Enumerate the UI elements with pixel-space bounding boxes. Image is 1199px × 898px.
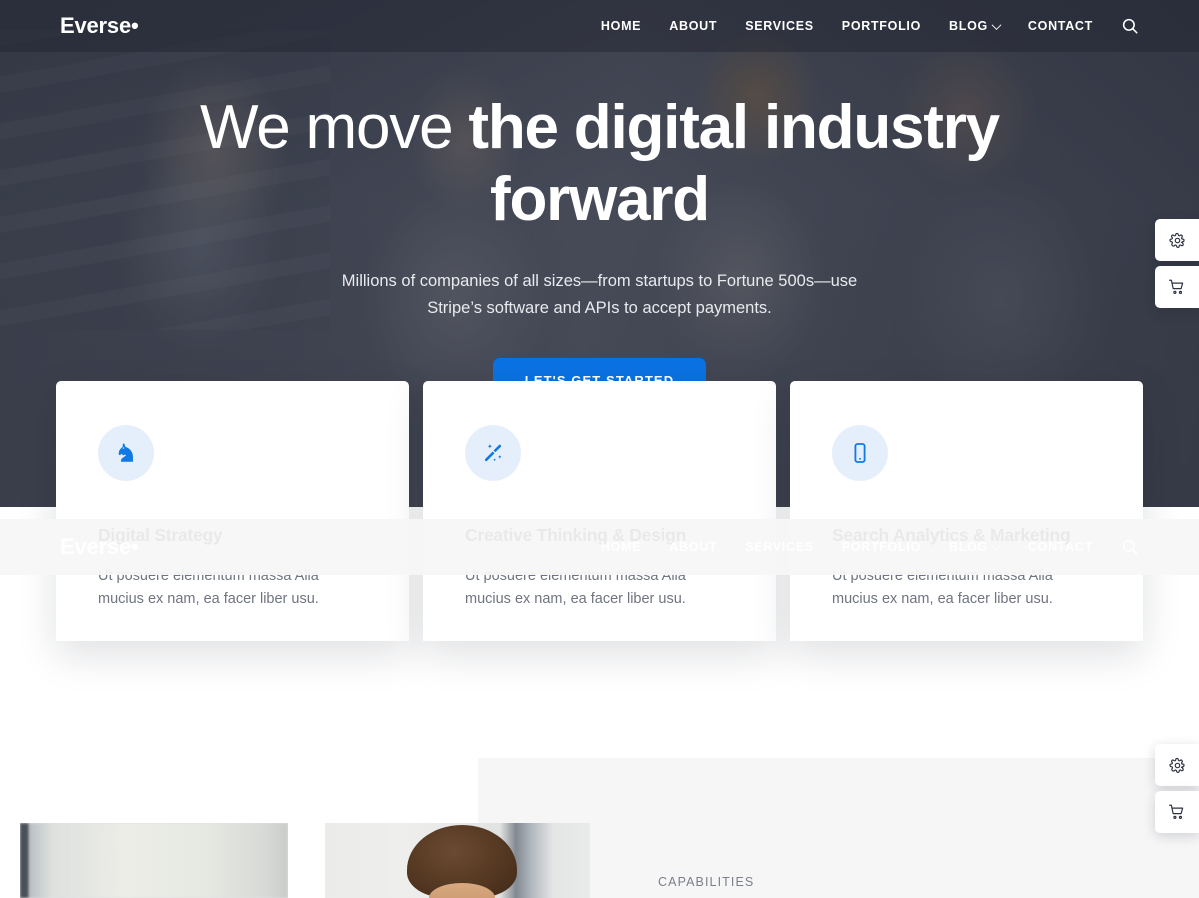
nav-item-contact[interactable]: CONTACT (1014, 19, 1107, 33)
gear-icon[interactable] (1155, 744, 1199, 786)
page-root: Everse• HOME ABOUT SERVICES PORTFOLIO BL… (0, 0, 1199, 898)
hero-headline-bold: the digital industry forward (468, 93, 1000, 234)
hero-headline-light: We move (200, 93, 469, 162)
nav-label: CONTACT (1027, 19, 1093, 33)
shopping-cart-icon[interactable] (1155, 266, 1199, 308)
portfolio-image-tile-2[interactable] (325, 823, 590, 898)
site-header: Everse• HOME ABOUT SERVICES PORTFOLIO BL… (0, 0, 1199, 52)
hero-content: We move the digital industry forward Mil… (0, 0, 1199, 404)
feature-card-creative-design[interactable]: Creative Thinking & Design Ut posuere el… (423, 381, 776, 641)
nav-item-portfolio[interactable]: PORTFOLIO (828, 19, 935, 33)
feature-card-title: Digital Strategy (98, 525, 223, 545)
portfolio-image-tile-1[interactable] (20, 823, 288, 898)
nav-label: BLOG (949, 19, 988, 33)
feature-card-digital-strategy[interactable]: Digital Strategy Ut posuere elementum ma… (56, 381, 409, 641)
nav-label: SERVICES (745, 19, 814, 33)
hero-subheadline: Millions of companies of all sizes—from … (341, 271, 858, 318)
nav-label: HOME (600, 19, 642, 33)
chess-knight-icon (98, 425, 154, 481)
tile-photo (20, 823, 288, 898)
gear-icon[interactable] (1155, 219, 1199, 261)
nav-item-home[interactable]: HOME (587, 19, 655, 33)
feature-card-search-analytics[interactable]: Search Analytics & Marketing Ut posuere … (790, 381, 1143, 641)
nav-item-about[interactable]: ABOUT (655, 19, 731, 33)
main-navigation: HOME ABOUT SERVICES PORTFOLIO BLOG CONTA… (587, 17, 1139, 35)
brand-logo[interactable]: Everse• (60, 13, 139, 39)
shopping-cart-icon[interactable] (1155, 791, 1199, 833)
capabilities-label: CAPABILITIES (658, 875, 755, 889)
chevron-down-icon (991, 19, 1002, 30)
magic-wand-icon (465, 425, 521, 481)
feature-card-title: Search Analytics & Marketing (832, 525, 1071, 545)
feature-card-text: Ut posuere elementum massa Alia mucius e… (98, 568, 319, 607)
feature-cards: Digital Strategy Ut posuere elementum ma… (56, 381, 1143, 641)
nav-item-services[interactable]: SERVICES (731, 19, 828, 33)
nav-item-blog[interactable]: BLOG (935, 19, 1014, 33)
feature-card-text: Ut posuere elementum massa Alia mucius e… (465, 568, 686, 607)
floating-buttons-top (1155, 219, 1199, 313)
floating-buttons-bottom (1155, 744, 1199, 838)
feature-card-text: Ut posuere elementum massa Alia mucius e… (832, 568, 1053, 607)
nav-label: ABOUT (669, 19, 718, 33)
hero-headline: We move the digital industry forward (0, 92, 1199, 236)
search-icon[interactable] (1121, 17, 1139, 35)
nav-label: PORTFOLIO (841, 19, 921, 33)
mobile-phone-icon (832, 425, 888, 481)
feature-card-title: Creative Thinking & Design (465, 525, 687, 545)
